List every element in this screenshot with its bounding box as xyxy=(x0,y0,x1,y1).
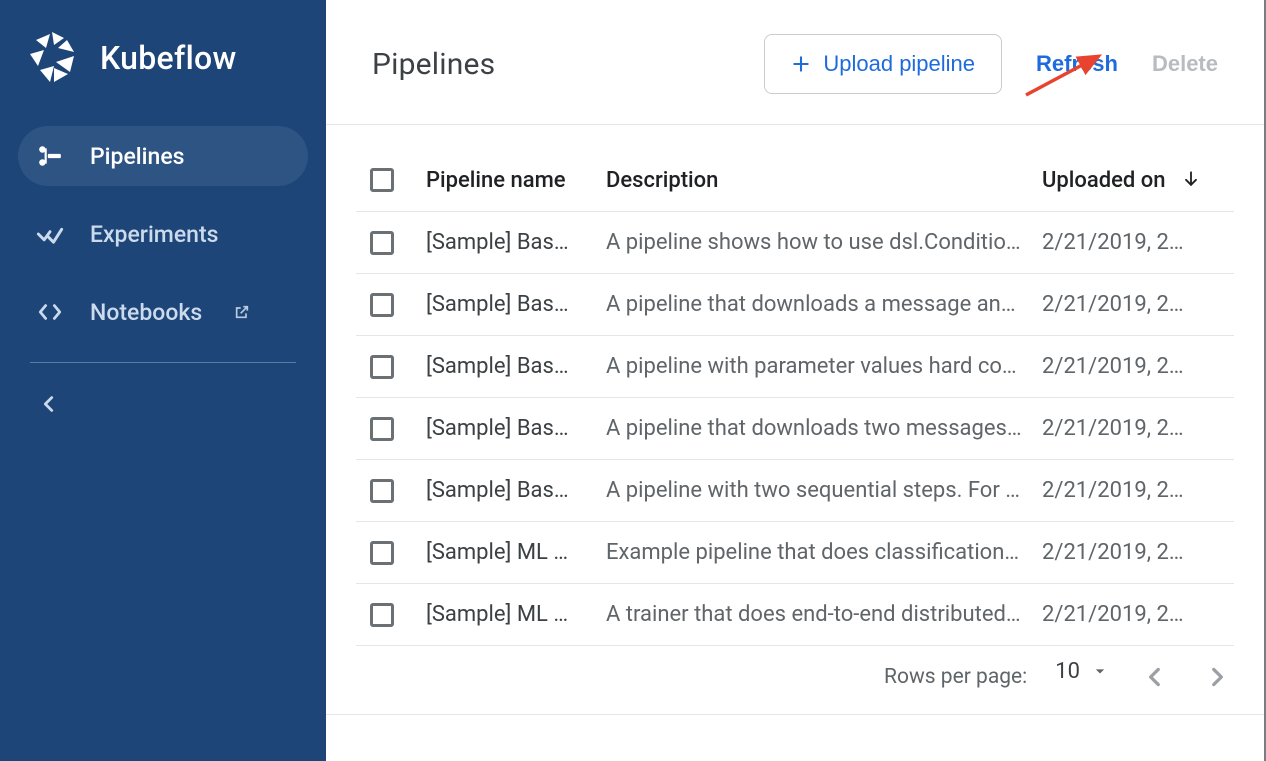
refresh-button[interactable]: Refresh xyxy=(1036,51,1118,77)
table-body: [Sample] Bas…A pipeline shows how to use… xyxy=(356,212,1234,646)
cell-uploaded: 2/21/2019, 2… xyxy=(1042,230,1220,255)
table-row[interactable]: [Sample] ML …Example pipeline that does … xyxy=(356,522,1234,584)
pagination: Rows per page: 10 xyxy=(326,646,1264,715)
sidebar-nav: Pipelines Experiments Notebooks xyxy=(0,126,326,342)
table-row[interactable]: [Sample] Bas…A pipeline with two sequent… xyxy=(356,460,1234,522)
external-link-icon xyxy=(234,304,250,320)
next-page-button[interactable] xyxy=(1200,660,1234,694)
upload-label: Upload pipeline xyxy=(823,51,975,77)
cell-description: Example pipeline that does classificatio… xyxy=(606,540,1042,565)
select-all-checkbox[interactable] xyxy=(370,168,394,192)
plus-icon xyxy=(791,54,811,74)
cell-description: A pipeline that downloads two messages i… xyxy=(606,416,1042,441)
table-row[interactable]: [Sample] Bas…A pipeline that downloads t… xyxy=(356,398,1234,460)
row-checkbox[interactable] xyxy=(370,231,394,255)
toolbar-actions: Upload pipeline Refresh Delete xyxy=(764,34,1218,94)
collapse-sidebar-button[interactable] xyxy=(0,363,326,445)
table-row[interactable]: [Sample] Bas…A pipeline with parameter v… xyxy=(356,336,1234,398)
row-checkbox[interactable] xyxy=(370,417,394,441)
sidebar: Kubeflow Pipelines Experiments xyxy=(0,0,326,761)
sidebar-item-label: Notebooks xyxy=(90,299,202,326)
table-row[interactable]: [Sample] ML …A trainer that does end-to-… xyxy=(356,584,1234,646)
cell-uploaded: 2/21/2019, 2… xyxy=(1042,354,1220,379)
caret-down-icon xyxy=(1090,661,1110,681)
brand: Kubeflow xyxy=(0,30,326,126)
rows-per-page-label: Rows per page: xyxy=(884,665,1027,689)
toolbar: Pipelines Upload pipeline Refresh Delete xyxy=(326,0,1264,125)
cell-name: [Sample] ML … xyxy=(426,540,606,565)
pipelines-icon xyxy=(36,142,64,170)
cell-description: A trainer that does end-to-end distribut… xyxy=(606,602,1042,627)
cell-description: A pipeline with two sequential steps. Fo… xyxy=(606,478,1042,503)
cell-name: [Sample] Bas… xyxy=(426,354,606,379)
page-title: Pipelines xyxy=(372,47,495,82)
table-header: Pipeline name Description Uploaded on xyxy=(356,149,1234,212)
table-row[interactable]: [Sample] Bas…A pipeline shows how to use… xyxy=(356,212,1234,274)
pipelines-table: Pipeline name Description Uploaded on [S… xyxy=(326,125,1264,646)
brand-name: Kubeflow xyxy=(100,39,237,77)
row-checkbox[interactable] xyxy=(370,541,394,565)
delete-button: Delete xyxy=(1152,51,1218,77)
notebooks-icon xyxy=(36,298,64,326)
prev-page-button[interactable] xyxy=(1138,660,1172,694)
arrow-down-icon xyxy=(1181,169,1201,189)
sidebar-item-label: Pipelines xyxy=(90,143,184,170)
table-row[interactable]: [Sample] Bas…A pipeline that downloads a… xyxy=(356,274,1234,336)
cell-uploaded: 2/21/2019, 2… xyxy=(1042,540,1220,565)
row-checkbox[interactable] xyxy=(370,293,394,317)
column-uploaded-label: Uploaded on xyxy=(1042,168,1165,193)
cell-uploaded: 2/21/2019, 2… xyxy=(1042,416,1220,441)
main: Pipelines Upload pipeline Refresh Delete… xyxy=(326,0,1264,761)
cell-uploaded: 2/21/2019, 2… xyxy=(1042,478,1220,503)
kubeflow-logo-icon xyxy=(24,30,80,86)
rows-per-page-value: 10 xyxy=(1055,659,1080,684)
cell-name: [Sample] Bas… xyxy=(426,230,606,255)
row-checkbox[interactable] xyxy=(370,603,394,627)
column-description[interactable]: Description xyxy=(606,168,1042,193)
sidebar-item-experiments[interactable]: Experiments xyxy=(18,204,308,264)
cell-name: [Sample] Bas… xyxy=(426,416,606,441)
cell-name: [Sample] ML … xyxy=(426,602,606,627)
sidebar-item-label: Experiments xyxy=(90,221,218,248)
column-name[interactable]: Pipeline name xyxy=(426,168,606,193)
row-checkbox[interactable] xyxy=(370,479,394,503)
row-checkbox[interactable] xyxy=(370,355,394,379)
cell-uploaded: 2/21/2019, 2… xyxy=(1042,602,1220,627)
sidebar-item-notebooks[interactable]: Notebooks xyxy=(18,282,308,342)
rows-per-page-select[interactable]: 10 xyxy=(1055,659,1110,684)
cell-description: A pipeline that downloads a message and … xyxy=(606,292,1042,317)
cell-description: A pipeline shows how to use dsl.Conditio… xyxy=(606,230,1042,255)
column-uploaded[interactable]: Uploaded on xyxy=(1042,167,1220,193)
sidebar-item-pipelines[interactable]: Pipelines xyxy=(18,126,308,186)
cell-uploaded: 2/21/2019, 2… xyxy=(1042,292,1220,317)
cell-description: A pipeline with parameter values hard co… xyxy=(606,354,1042,379)
cell-name: [Sample] Bas… xyxy=(426,478,606,503)
upload-pipeline-button[interactable]: Upload pipeline xyxy=(764,34,1002,94)
experiments-icon xyxy=(36,220,64,248)
cell-name: [Sample] Bas… xyxy=(426,292,606,317)
